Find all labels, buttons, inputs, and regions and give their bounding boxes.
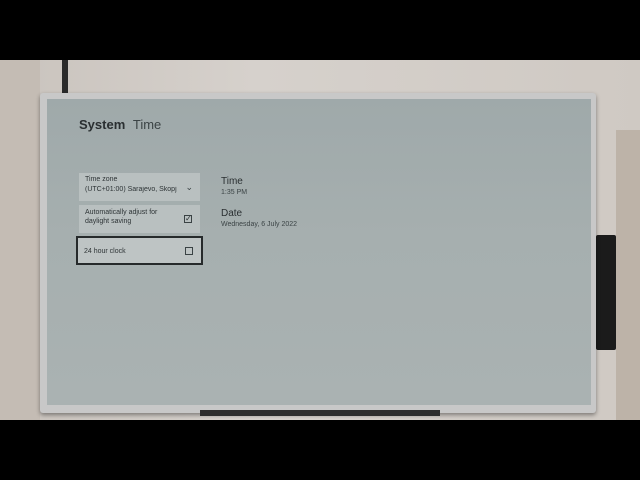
time-value: 1:35 PM — [221, 189, 248, 196]
24-hour-clock-toggle[interactable]: 24 hour clock — [76, 236, 203, 265]
letterbox-bottom — [0, 420, 640, 480]
tv-screen: System Time Time zone (UTC+01:00) Saraje… — [47, 99, 591, 405]
speaker — [596, 235, 616, 350]
page-title: System Time — [79, 117, 161, 132]
date-heading: Date — [221, 208, 243, 219]
tv-stand — [200, 410, 440, 416]
date-info: Date Wednesday, 6 July 2022 — [221, 208, 297, 228]
shelf — [616, 130, 640, 420]
24-hour-clock-label: 24 hour clock — [84, 248, 126, 255]
time-heading: Time — [221, 176, 243, 187]
time-zone-value: (UTC+01:00) Sarajevo, Skopj... — [85, 186, 177, 193]
time-zone-dropdown[interactable]: Time zone (UTC+01:00) Sarajevo, Skopj...… — [79, 173, 200, 201]
daylight-saving-label: Automatically adjust for daylight saving — [85, 209, 158, 225]
time-info: Time 1:35 PM — [221, 176, 247, 196]
chevron-down-icon: ⌄ — [185, 182, 193, 192]
letterbox-top — [0, 0, 640, 60]
date-value: Wednesday, 6 July 2022 — [221, 221, 298, 228]
page-title-page: Time — [132, 117, 162, 132]
checkbox-checked-icon: ✓ — [184, 214, 192, 223]
checkbox-empty-icon — [185, 247, 193, 255]
page-title-section: System — [79, 117, 126, 132]
time-zone-label: Time zone — [85, 176, 118, 183]
left-wall — [0, 60, 40, 420]
daylight-saving-toggle[interactable]: Automatically adjust for daylight saving… — [79, 205, 200, 233]
